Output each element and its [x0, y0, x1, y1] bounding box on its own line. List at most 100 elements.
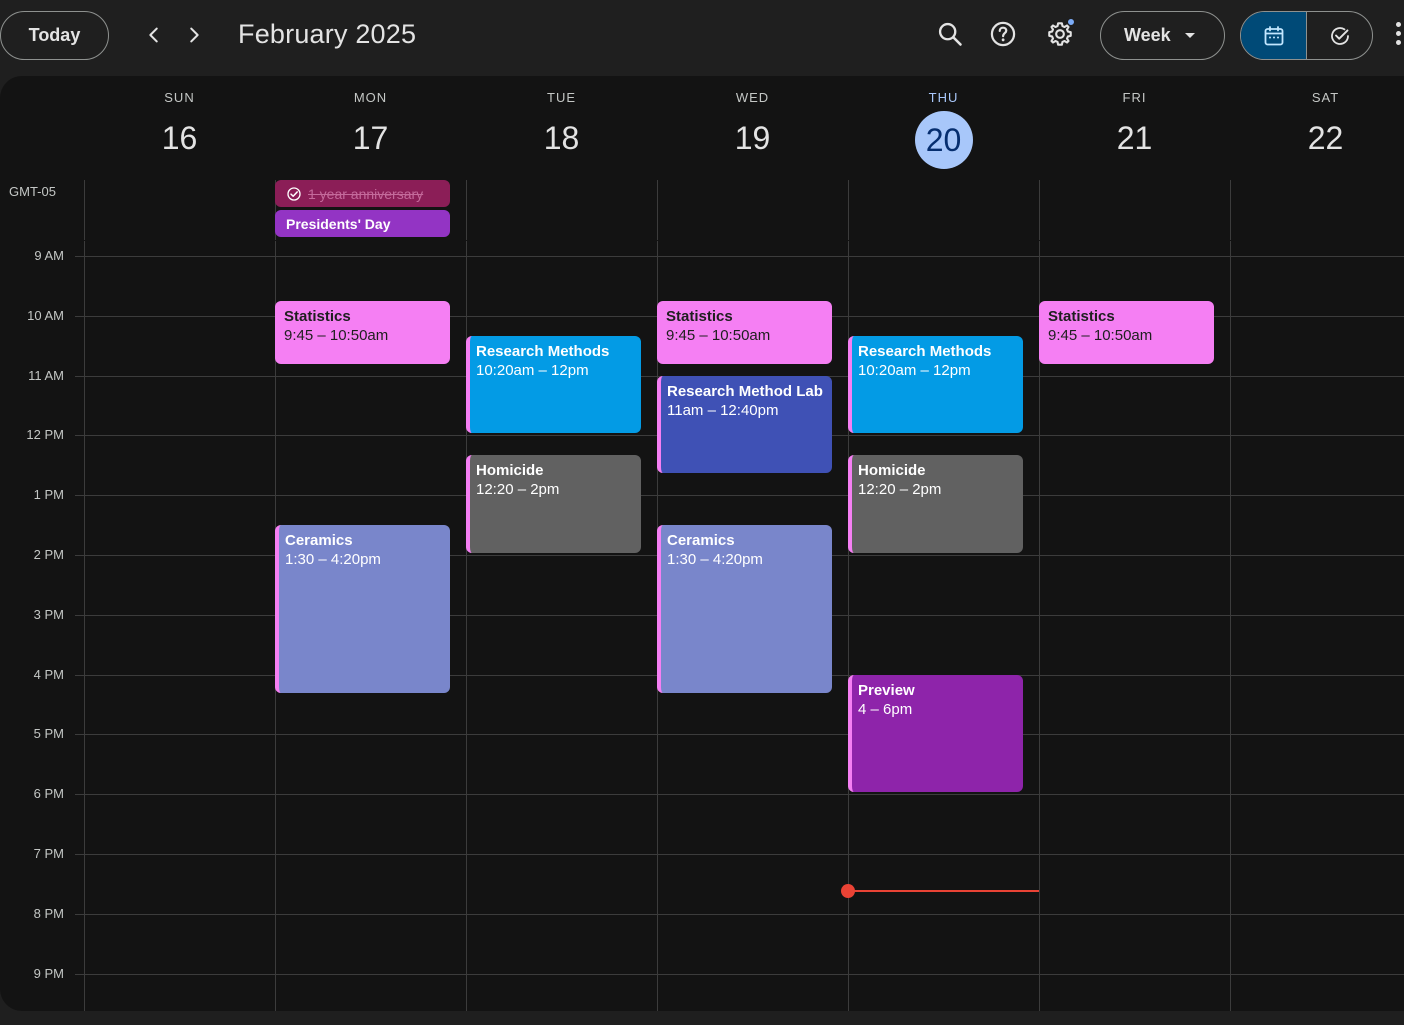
day-name: SUN [164, 90, 195, 105]
event-ceramics[interactable]: Ceramics 1:30 – 4:20pm [275, 525, 450, 693]
day-header-wed[interactable]: WED 19 [657, 76, 848, 180]
hour-gridline [75, 973, 1404, 975]
hour-label: 4 PM [33, 666, 64, 682]
day-number[interactable]: 22 [1230, 120, 1404, 157]
all-day-event-chip[interactable]: Presidents' Day [275, 210, 450, 237]
calendar-icon [1264, 25, 1283, 45]
event-statistics[interactable]: Statistics 9:45 – 10:50am [1039, 300, 1214, 364]
event-title: Research Methods [476, 342, 610, 360]
hour-gridline [75, 794, 1404, 796]
event-time: 1:30 – 4:20pm [667, 551, 763, 569]
hour-gridline [75, 913, 1404, 915]
hour-label: 9 AM [34, 248, 64, 263]
event-time: 11am – 12:40pm [667, 401, 779, 419]
event-title: Homicide [858, 462, 926, 480]
tasks-view-button[interactable] [1306, 12, 1372, 59]
day-name: SAT [1311, 90, 1340, 105]
day-number[interactable]: 20 [914, 111, 973, 169]
event-time: 9:45 – 10:50am [1048, 326, 1153, 344]
search-icon[interactable] [933, 17, 967, 51]
event-title: Research Methods [858, 342, 992, 360]
notification-dot [1067, 18, 1075, 26]
chip-label: Presidents' Day [286, 215, 391, 232]
day-header-fri[interactable]: FRI 21 [1039, 76, 1230, 180]
event-time: 10:20am – 12pm [476, 361, 589, 379]
gear-icon[interactable] [1043, 17, 1077, 51]
event-time: 10:20am – 12pm [858, 361, 971, 379]
day-number[interactable]: 19 [657, 120, 848, 157]
event-homicide[interactable]: Homicide 12:20 – 2pm [848, 455, 1023, 553]
hour-label: 10 AM [27, 307, 64, 323]
hour-label: 8 PM [33, 905, 64, 921]
event-homicide[interactable]: Homicide 12:20 – 2pm [466, 455, 641, 553]
caret-down-icon [1185, 33, 1195, 38]
day-number[interactable]: 18 [466, 120, 657, 157]
event-title: Preview [858, 681, 915, 699]
day-number[interactable]: 16 [84, 120, 275, 157]
timezone-label: GMT-05 [9, 184, 56, 199]
day-number[interactable]: 17 [275, 120, 466, 157]
event-statistics[interactable]: Statistics 9:45 – 10:50am [275, 300, 450, 364]
day-name: THU [928, 90, 959, 105]
hour-label: 5 PM [33, 726, 64, 742]
event-research-methods[interactable]: Research Methods 10:20am – 12pm [848, 335, 1023, 434]
hour-gridline [75, 734, 1404, 736]
hour-label: 12 PM [26, 427, 64, 443]
hour-label: 3 PM [33, 606, 64, 622]
chevron-left-icon[interactable] [139, 20, 169, 50]
event-preview[interactable]: Preview 4 – 6pm [848, 674, 1023, 793]
day-header-sat[interactable]: SAT 22 [1230, 76, 1404, 180]
calendar-app: Today February 2025 Week GMT-05 SUN 16 M… [0, 0, 1404, 1025]
event-title: Ceramics [285, 532, 353, 550]
day-name: MON [353, 90, 388, 105]
day-number[interactable]: 21 [1039, 120, 1230, 157]
event-research-method-lab[interactable]: Research Method Lab 11am – 12:40pm [657, 375, 832, 474]
event-title: Homicide [476, 462, 544, 480]
day-name: FRI [1122, 90, 1147, 105]
view-select[interactable]: Week [1100, 11, 1225, 60]
today-button[interactable]: Today [0, 11, 109, 60]
hour-gridline [75, 495, 1404, 497]
all-day-divider [84, 240, 1404, 241]
calendar-view-button[interactable] [1241, 12, 1306, 59]
event-statistics[interactable]: Statistics 9:45 – 10:50am [657, 300, 832, 364]
hour-gridline [75, 854, 1404, 855]
event-title: Statistics [666, 307, 733, 325]
hour-label: 1 PM [33, 487, 64, 503]
view-toggle [1240, 11, 1373, 60]
hour-label: 7 PM [33, 846, 64, 861]
hour-label: 6 PM [33, 786, 64, 802]
current-time-dot [841, 884, 855, 898]
day-name: TUE [547, 90, 576, 105]
event-time: 9:45 – 10:50am [666, 326, 771, 344]
event-title: Research Method Lab [667, 382, 823, 400]
hour-label: 11 AM [28, 367, 64, 383]
event-time: 9:45 – 10:50am [284, 326, 389, 344]
week-grid: GMT-05 SUN 16 MON 17 TUE 18 WED 19 THU 20 FRI 21 SAT… [0, 76, 1404, 1011]
page-title: February 2025 [238, 19, 417, 49]
day-name: WED [735, 90, 770, 105]
more-vert-icon[interactable] [1394, 22, 1404, 50]
help-icon[interactable] [986, 17, 1020, 51]
check-circle-icon [1330, 26, 1349, 45]
event-time: 4 – 6pm [858, 700, 913, 718]
hour-label: 2 PM [33, 547, 64, 562]
all-day-task-chip[interactable]: 1 year anniversary [275, 180, 450, 207]
event-time: 1:30 – 4:20pm [285, 551, 381, 569]
day-header-mon[interactable]: MON 17 [275, 76, 466, 180]
chevron-right-icon[interactable] [179, 20, 209, 50]
event-title: Statistics [1048, 307, 1115, 325]
task-done-icon [287, 186, 301, 201]
hour-label: 9 PM [33, 965, 64, 981]
event-ceramics[interactable]: Ceramics 1:30 – 4:20pm [657, 525, 832, 693]
day-header-tue[interactable]: TUE 18 [466, 76, 657, 180]
event-research-methods[interactable]: Research Methods 10:20am – 12pm [466, 335, 641, 434]
current-time-line [848, 890, 1039, 892]
chip-label: 1 year anniversary [308, 185, 424, 202]
event-time: 12:20 – 2pm [858, 481, 942, 499]
top-bar: Today February 2025 Week [0, 0, 1404, 72]
day-header-sun[interactable]: SUN 16 [84, 76, 275, 180]
day-header-thu[interactable]: THU 20 [848, 76, 1039, 180]
event-title: Ceramics [667, 532, 735, 550]
column-divider [1230, 180, 1231, 1011]
